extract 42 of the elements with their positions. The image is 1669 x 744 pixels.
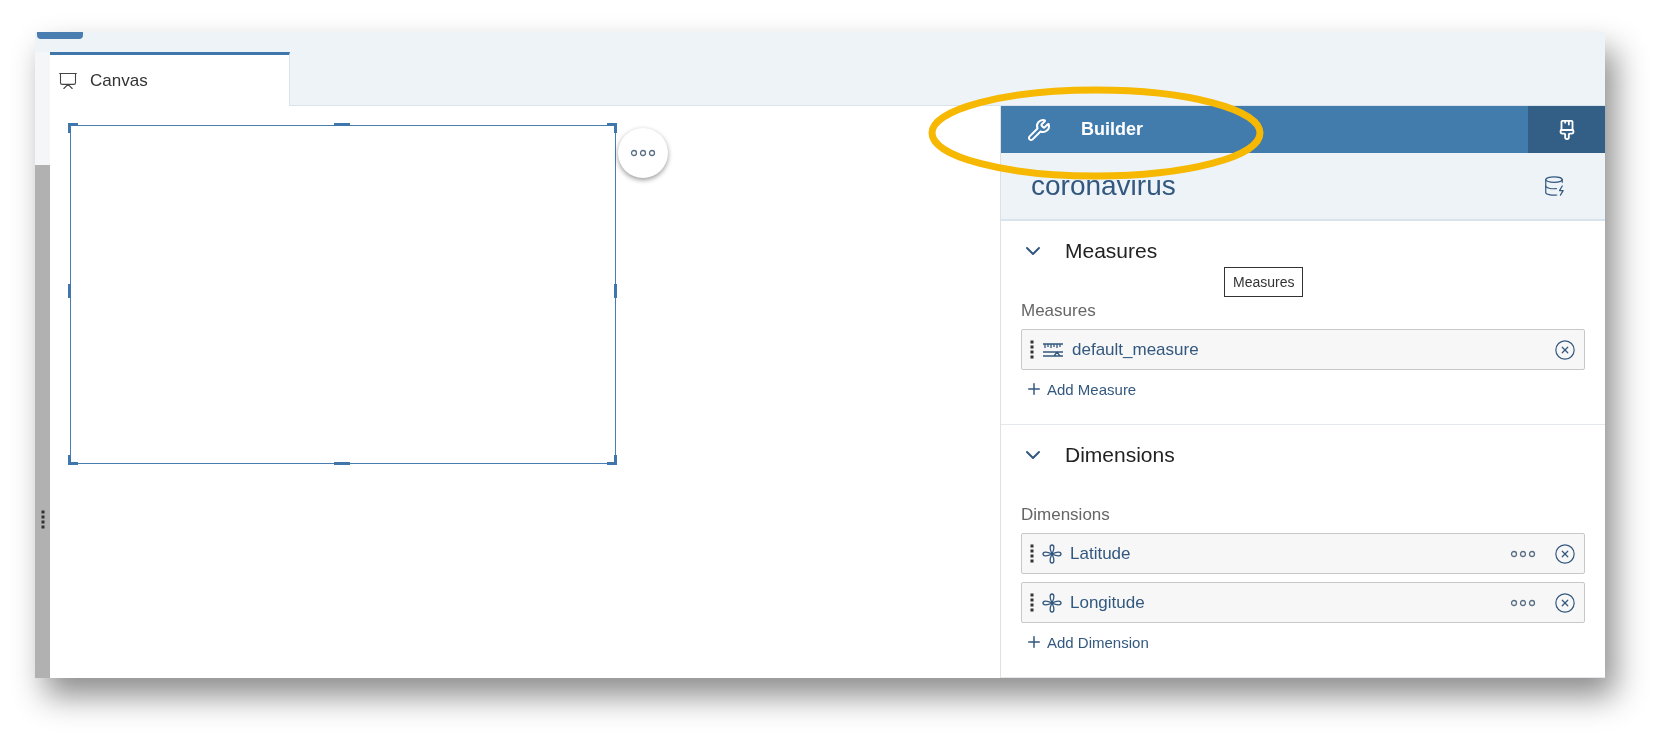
field-chip[interactable]: Latitude — [1021, 533, 1585, 574]
edit-model-button[interactable] — [1543, 175, 1565, 198]
close-icon — [1554, 338, 1576, 361]
more-icon — [1510, 598, 1536, 607]
remove-button[interactable] — [1554, 338, 1576, 361]
model-name: coronavirus — [1031, 170, 1176, 203]
more-button[interactable] — [1510, 549, 1536, 558]
database-edit-icon — [1543, 175, 1565, 198]
petal-icon — [1042, 592, 1062, 613]
plus-icon — [1025, 633, 1043, 651]
styling-tab[interactable] — [1528, 106, 1605, 154]
tooltip: Measures — [1224, 267, 1304, 297]
more-icon — [630, 149, 656, 157]
field-name: Longitude — [1070, 592, 1146, 613]
field-name: Latitude — [1070, 543, 1132, 564]
drag-handle-icon[interactable] — [1030, 543, 1034, 564]
add-link[interactable]: Add Dimension — [1021, 633, 1149, 651]
drag-handle-icon[interactable] — [41, 510, 45, 530]
remove-button[interactable] — [1554, 542, 1576, 565]
close-icon — [1554, 591, 1576, 614]
field-label: Measures — [1021, 301, 1097, 321]
more-button[interactable] — [1510, 598, 1536, 607]
petal-icon — [1042, 543, 1062, 564]
section-header[interactable]: Measures — [1021, 239, 1158, 263]
add-link[interactable]: Add Measure — [1021, 380, 1137, 398]
ruler-icon — [1042, 341, 1064, 358]
tab-indicator — [37, 32, 83, 39]
tools-icon — [1027, 117, 1051, 142]
plus-icon — [1025, 380, 1043, 398]
section-header[interactable]: Dimensions — [1021, 443, 1175, 467]
drag-handle-icon[interactable] — [1030, 339, 1034, 360]
field-name: default_measure — [1072, 339, 1200, 360]
presentation-board-icon — [58, 70, 78, 91]
canvas-tab[interactable]: Canvas — [50, 52, 290, 106]
field-chip[interactable]: Longitude — [1021, 582, 1585, 623]
field-label: Dimensions — [1021, 505, 1111, 525]
drag-handle-icon[interactable] — [1030, 592, 1034, 613]
more-options-button[interactable] — [618, 128, 668, 178]
close-icon — [1554, 542, 1576, 565]
remove-button[interactable] — [1554, 591, 1576, 614]
more-icon — [1510, 549, 1536, 558]
field-chip[interactable]: default_measure — [1021, 329, 1585, 370]
